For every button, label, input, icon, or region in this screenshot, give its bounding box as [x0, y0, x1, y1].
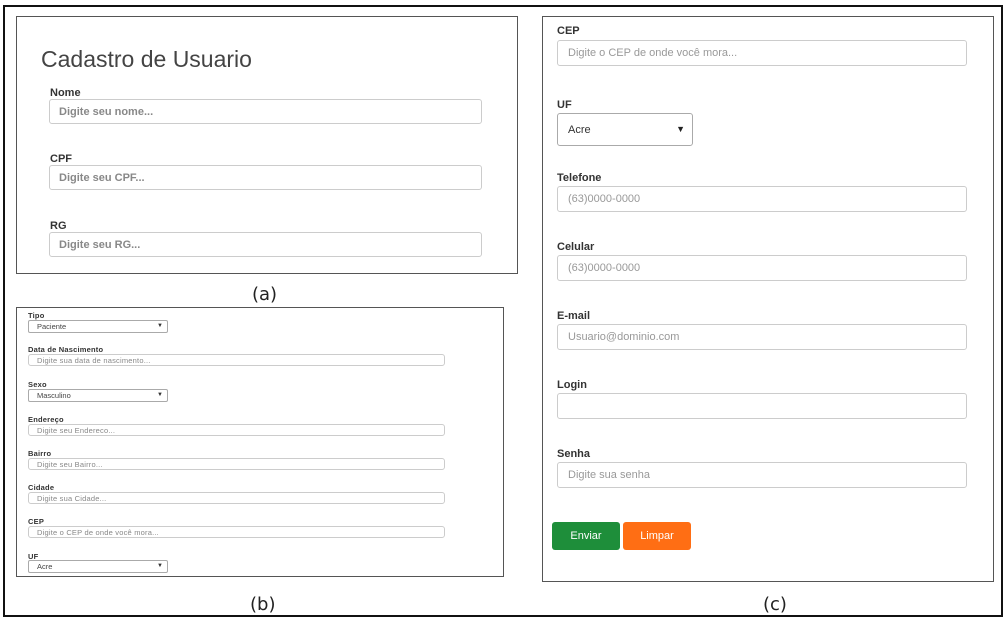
telefone-placeholder: (63)0000-0000	[568, 193, 641, 205]
caption-b: (b)	[250, 594, 276, 615]
cidade-placeholder: Digite sua Cidade...	[37, 493, 107, 503]
cpf-input[interactable]: Digite seu CPF...	[49, 165, 482, 190]
cep-input-c[interactable]: Digite o CEP de onde você mora...	[557, 40, 967, 66]
senha-label: Senha	[557, 448, 591, 460]
tipo-value: Paciente	[37, 322, 67, 331]
login-input[interactable]	[557, 393, 967, 419]
cep-label-b: CEP	[28, 517, 45, 526]
chevron-down-icon: ▼	[157, 323, 163, 329]
endereco-input[interactable]: Digite seu Endereco...	[28, 424, 445, 436]
chevron-down-icon: ▼	[157, 392, 163, 398]
cidade-input[interactable]: Digite sua Cidade...	[28, 492, 445, 504]
uf-label-c: UF	[557, 99, 572, 111]
panel-form-detalhes: Tipo Paciente ▼ Data de Nascimento Digit…	[16, 307, 504, 577]
cep-placeholder-c: Digite o CEP de onde você mora...	[568, 47, 738, 59]
senha-placeholder: Digite sua senha	[568, 469, 650, 481]
bairro-label: Bairro	[28, 449, 52, 458]
cep-placeholder-b: Digite o CEP de onde você mora...	[37, 527, 159, 537]
caption-a: (a)	[252, 284, 278, 305]
email-placeholder: Usuario@dominio.com	[568, 331, 680, 343]
email-label: E-mail	[557, 310, 591, 322]
endereco-label: Endereço	[28, 415, 64, 424]
cep-label-c: CEP	[557, 25, 580, 37]
panel-form-contato: CEP Digite o CEP de onde você mora... UF…	[542, 16, 994, 582]
celular-label: Celular	[557, 241, 595, 253]
tipo-select[interactable]: Paciente ▼	[28, 320, 168, 333]
email-input[interactable]: Usuario@dominio.com	[557, 324, 967, 350]
cpf-label: CPF	[50, 153, 72, 165]
rg-placeholder: Digite seu RG...	[59, 238, 141, 251]
nascimento-label: Data de Nascimento	[28, 345, 104, 354]
nascimento-input[interactable]: Digite sua data de nascimento...	[28, 354, 445, 366]
uf-value-c: Acre	[568, 123, 591, 136]
uf-select-c[interactable]: Acre ▼	[557, 113, 693, 146]
bairro-placeholder: Digite seu Bairro...	[37, 459, 103, 469]
cep-input-b[interactable]: Digite o CEP de onde você mora...	[28, 526, 445, 538]
rg-label: RG	[50, 220, 67, 232]
senha-input[interactable]: Digite sua senha	[557, 462, 967, 488]
chevron-down-icon: ▼	[676, 124, 685, 134]
uf-value-b: Acre	[37, 562, 53, 571]
page-title: Cadastro de Usuario	[41, 46, 252, 72]
chevron-down-icon: ▼	[157, 563, 163, 569]
bairro-input[interactable]: Digite seu Bairro...	[28, 458, 445, 470]
panel-cadastro-usuario: Cadastro de Usuario Nome Digite seu nome…	[16, 16, 518, 274]
celular-input[interactable]: (63)0000-0000	[557, 255, 967, 281]
sexo-select[interactable]: Masculino ▼	[28, 389, 168, 402]
endereco-placeholder: Digite seu Endereco...	[37, 425, 116, 435]
sexo-label: Sexo	[28, 380, 47, 389]
login-label: Login	[557, 379, 587, 391]
uf-select-b[interactable]: Acre ▼	[28, 560, 168, 573]
celular-placeholder: (63)0000-0000	[568, 262, 641, 274]
enviar-button[interactable]: Enviar	[552, 522, 620, 550]
nome-input[interactable]: Digite seu nome...	[49, 99, 482, 124]
telefone-input[interactable]: (63)0000-0000	[557, 186, 967, 212]
nome-placeholder: Digite seu nome...	[59, 105, 154, 118]
cidade-label: Cidade	[28, 483, 55, 492]
nascimento-placeholder: Digite sua data de nascimento...	[37, 355, 151, 365]
telefone-label: Telefone	[557, 172, 602, 184]
tipo-label: Tipo	[28, 311, 45, 320]
limpar-button[interactable]: Limpar	[623, 522, 691, 550]
sexo-value: Masculino	[37, 391, 71, 400]
caption-c: (c)	[763, 594, 787, 615]
cpf-placeholder: Digite seu CPF...	[59, 171, 145, 184]
rg-input[interactable]: Digite seu RG...	[49, 232, 482, 257]
nome-label: Nome	[50, 87, 81, 99]
